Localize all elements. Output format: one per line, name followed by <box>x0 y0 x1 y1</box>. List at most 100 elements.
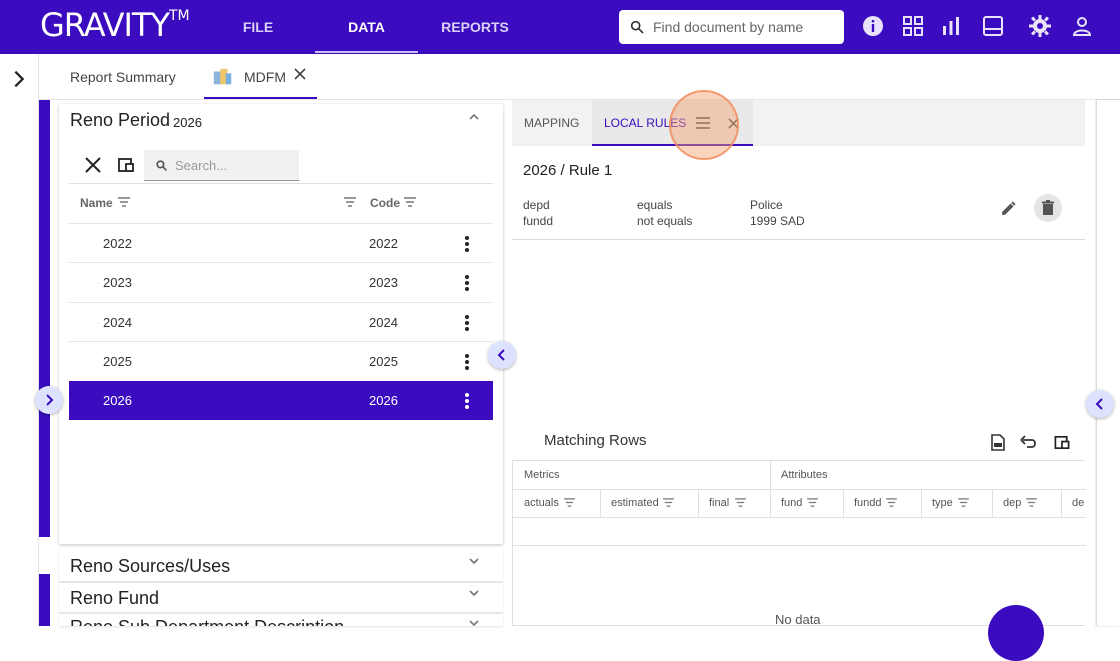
table-row[interactable]: 2024 2024 <box>69 302 493 341</box>
chevron-down-icon[interactable] <box>467 616 481 626</box>
accordion-reno-sub-department[interactable]: Reno Sub Department Description <box>59 614 503 626</box>
delete-button[interactable] <box>1034 194 1062 222</box>
info-icon[interactable] <box>861 14 885 38</box>
column-header-name[interactable]: Name <box>80 196 113 210</box>
column-header-type[interactable]: type <box>932 497 953 509</box>
search-icon <box>156 160 167 171</box>
table-row[interactable]: 2022 2022 <box>69 223 493 262</box>
column-chooser-icon[interactable] <box>117 156 135 174</box>
accordion-title: Reno Sub Department Description <box>70 617 344 626</box>
expand-right-button[interactable] <box>1086 390 1114 418</box>
column-header-actuals[interactable]: actuals <box>524 497 559 509</box>
nav-data[interactable]: DATA <box>315 0 418 53</box>
book-icon[interactable] <box>981 14 1005 38</box>
nav-file[interactable]: FILE <box>228 0 288 54</box>
panel-accent-bar <box>39 100 50 537</box>
chevron-left-icon <box>1095 398 1103 410</box>
click-highlight <box>669 90 739 160</box>
right-panel-tabs: MAPPING LOCAL RULES <box>512 100 1085 146</box>
more-vert-icon[interactable] <box>461 391 473 411</box>
chevron-left-icon <box>497 349 505 361</box>
column-header-fundd[interactable]: fundd <box>854 497 882 509</box>
more-vert-icon[interactable] <box>461 313 473 333</box>
clear-icon[interactable] <box>84 156 102 174</box>
search-input[interactable] <box>653 10 838 44</box>
filter-icon[interactable] <box>564 498 575 507</box>
edit-icon[interactable] <box>1000 200 1017 217</box>
column-header-de[interactable]: de <box>1072 497 1084 509</box>
rule-field: fundd <box>523 214 554 228</box>
panel-accent-bar-lower <box>39 574 50 626</box>
undo-icon[interactable] <box>1020 435 1038 449</box>
accordion-reno-sources-uses[interactable]: Reno Sources/Uses <box>59 548 503 582</box>
panel-title: Reno Period <box>70 110 171 130</box>
rule-divider <box>512 239 1085 240</box>
row-name: 2025 <box>103 354 132 369</box>
accordion-title: Reno Sources/Uses <box>70 556 231 576</box>
collapse-panel-button[interactable] <box>488 341 516 369</box>
row-name: 2026 <box>103 393 132 408</box>
expand-left-button[interactable] <box>35 386 63 414</box>
column-header-fund[interactable]: fund <box>781 497 802 509</box>
column-header-estimated[interactable]: estimated <box>611 497 659 509</box>
row-code: 2025 <box>369 354 398 369</box>
floating-action-button[interactable] <box>988 605 1044 661</box>
filter-icon[interactable] <box>886 498 897 507</box>
table-row-selected[interactable]: 2026 2026 <box>69 381 493 420</box>
chevron-down-icon[interactable] <box>467 554 481 568</box>
filter-icon[interactable] <box>118 197 130 207</box>
column-header-final[interactable]: final <box>709 497 729 509</box>
side-navigation-strip <box>0 54 39 626</box>
tab-mapping[interactable]: MAPPING <box>524 100 579 146</box>
search-icon <box>630 20 644 34</box>
table-row[interactable]: 2023 2023 <box>69 262 493 301</box>
row-code: 2024 <box>369 315 398 330</box>
nav-reports[interactable]: REPORTS <box>438 0 512 54</box>
chevron-up-icon[interactable] <box>467 110 481 124</box>
filter-icon[interactable] <box>735 498 746 507</box>
table-row[interactable]: 2025 2025 <box>69 341 493 380</box>
right-side-panel-edge <box>1097 100 1120 626</box>
panel-subtitle: 2026 <box>173 115 202 130</box>
more-vert-icon[interactable] <box>461 352 473 372</box>
column-header-code[interactable]: Code <box>370 196 400 210</box>
chevron-right-icon <box>46 394 54 406</box>
more-vert-icon[interactable] <box>461 234 473 254</box>
group-header-attributes: Attributes <box>781 469 828 481</box>
row-name: 2023 <box>103 275 132 290</box>
rule-value: 1999 SAD <box>750 214 805 228</box>
accordion-reno-fund[interactable]: Reno Fund <box>59 583 503 613</box>
column-chooser-icon[interactable] <box>1053 434 1071 451</box>
filter-icon[interactable] <box>1026 498 1037 507</box>
gravity-logo[interactable]: GRAVITYTM <box>40 6 190 44</box>
row-name: 2024 <box>103 315 132 330</box>
grid-search[interactable] <box>144 150 299 181</box>
matching-rows-title: Matching Rows <box>544 432 647 449</box>
gear-icon[interactable] <box>1028 14 1052 38</box>
filter-icon[interactable] <box>958 498 969 507</box>
filter-icon[interactable] <box>404 197 416 207</box>
rule-title: 2026 / Rule 1 <box>523 162 613 179</box>
close-icon[interactable] <box>294 68 306 80</box>
document-search[interactable] <box>619 10 844 44</box>
more-vert-icon[interactable] <box>461 273 473 293</box>
bar-chart-icon[interactable] <box>939 14 963 38</box>
column-header-dep[interactable]: dep <box>1003 497 1021 509</box>
matching-rows-table: Metrics Attributes actuals estimated fin… <box>512 460 1086 626</box>
filter-icon[interactable] <box>807 498 818 507</box>
chevron-right-icon[interactable] <box>8 68 30 90</box>
export-csv-icon[interactable] <box>990 434 1006 451</box>
grid-search-input[interactable] <box>175 150 293 180</box>
tab-report-summary[interactable]: Report Summary <box>70 54 176 99</box>
reno-period-panel: Reno Period 2026 Name Code 2022 2022 202… <box>59 104 503 544</box>
rule-field: depd <box>523 198 550 212</box>
filter-icon[interactable] <box>344 197 356 207</box>
filter-icon[interactable] <box>663 498 674 507</box>
user-icon[interactable] <box>1070 14 1094 38</box>
tab-mdfm[interactable]: MDFM <box>204 54 317 99</box>
rule-operator: not equals <box>637 214 693 228</box>
rule-operator: equals <box>637 198 673 212</box>
dashboard-grid-icon[interactable] <box>901 14 925 38</box>
top-app-bar: GRAVITYTM FILE DATA REPORTS <box>0 0 1120 54</box>
chevron-down-icon[interactable] <box>467 586 481 600</box>
